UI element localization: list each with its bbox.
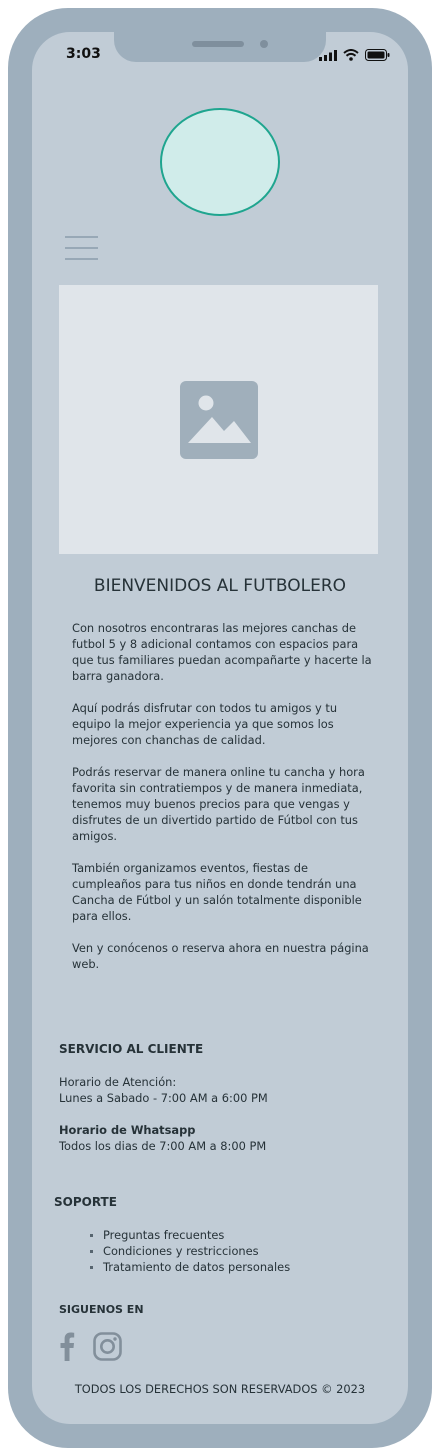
link-label: Condiciones y restricciones: [103, 1244, 259, 1258]
phone-screen: 3:03 BIENVENIDOS AL FUTBOLERO Con nosotr…: [32, 32, 408, 1424]
link-label: Preguntas frecuentes: [103, 1228, 225, 1242]
whatsapp-label: Horario de Whatsapp: [59, 1123, 196, 1137]
hours-value: Lunes a Sabado - 7:00 AM a 6:00 PM: [59, 1091, 268, 1105]
hamburger-menu-icon[interactable]: [65, 236, 98, 262]
support-links: Preguntas frecuentes Condiciones y restr…: [90, 1227, 290, 1275]
instagram-icon[interactable]: [93, 1332, 122, 1361]
support-link-faq[interactable]: Preguntas frecuentes: [90, 1227, 290, 1243]
page-title: BIENVENIDOS AL FUTBOLERO: [93, 576, 347, 596]
image-placeholder-icon: [179, 380, 258, 459]
whatsapp-hours: Todos los dias de 7:00 AM a 8:00 PM: [59, 1139, 267, 1153]
bullet-icon: [90, 1265, 93, 1269]
paragraph: Ven y conócenos o reserva ahora en nuest…: [72, 941, 369, 971]
notch: [114, 32, 326, 62]
link-label: Tratamiento de datos personales: [103, 1260, 291, 1274]
follow-title: SIGUENOS EN: [59, 1303, 144, 1316]
paragraph: Podrás reservar de manera online tu canc…: [72, 765, 365, 843]
paragraph: Aquí podrás disfrutar con todos tu amigo…: [72, 701, 338, 747]
support-link-privacy[interactable]: Tratamiento de datos personales: [90, 1259, 290, 1275]
logo-placeholder[interactable]: [160, 108, 280, 216]
status-icons: [319, 49, 390, 61]
customer-service-info: Horario de Atención: Lunes a Sabado - 7:…: [59, 1074, 268, 1154]
paragraph: También organizamos eventos, fiestas de …: [72, 861, 362, 923]
facebook-icon[interactable]: [59, 1332, 75, 1361]
welcome-text: Con nosotros encontraras las mejores can…: [72, 620, 372, 988]
social-links: [59, 1332, 122, 1361]
support-link-terms[interactable]: Condiciones y restricciones: [90, 1243, 290, 1259]
speaker: [192, 41, 244, 47]
support-title: SOPORTE: [54, 1195, 117, 1209]
front-camera: [260, 40, 268, 48]
status-time: 3:03: [66, 46, 101, 62]
hours-label: Horario de Atención:: [59, 1075, 177, 1089]
paragraph: Con nosotros encontraras las mejores can…: [72, 621, 372, 683]
copyright-text: TODOS LOS DERECHOS SON RESERVADOS © 2023: [74, 1382, 366, 1396]
battery-icon: [365, 49, 390, 61]
wifi-icon: [343, 49, 359, 61]
hero-image: [59, 285, 378, 554]
customer-service-title: SERVICIO AL CLIENTE: [59, 1042, 204, 1056]
bullet-icon: [90, 1249, 93, 1253]
phone-frame: 3:03 BIENVENIDOS AL FUTBOLERO Con nosotr…: [8, 8, 432, 1448]
bullet-icon: [90, 1233, 93, 1237]
cellular-signal-icon: [319, 50, 337, 61]
